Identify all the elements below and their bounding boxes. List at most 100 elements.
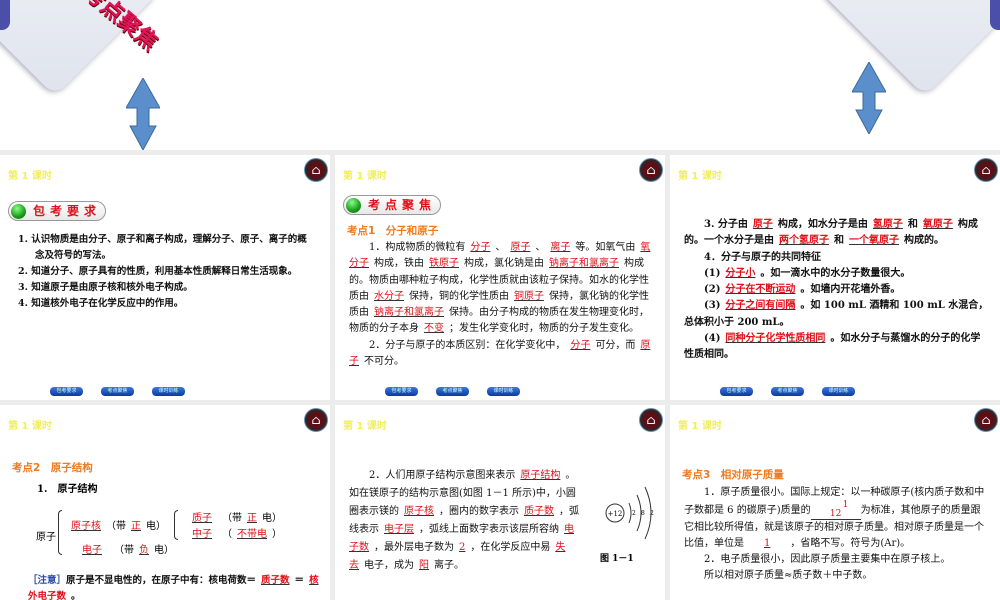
answer-blank: 一个氧原子 — [849, 235, 899, 247]
lesson-label: 第 1 课时 — [678, 421, 722, 432]
answer-blank: 不带电 — [237, 529, 267, 540]
text-segment: 构成，氯化钠是由 — [464, 258, 544, 270]
text-segment: 可分，而 — [595, 339, 636, 351]
nav-button[interactable]: 课时训练 — [487, 387, 520, 396]
text-segment: 2．分子与原子的本质区别：在化学变化中， — [369, 339, 566, 351]
content-text: 1．构成物质的微粒有 分子、原子、离子 等。如氧气由 氧分子 构成，铁由 铁原子 构成，氯化… — [349, 240, 655, 370]
section-heading: 考点1 分子和原子 — [347, 225, 439, 237]
nav-button[interactable]: 考点聚焦 — [436, 387, 469, 396]
subheading: 1. 原子结构 — [37, 484, 98, 495]
title-banner: 考点聚焦 — [0, 0, 1000, 150]
text-segment: ，圈内的数字表示 — [439, 506, 519, 517]
list-item: 3. 知道原子是由原子核和核外电子构成。 — [18, 282, 193, 293]
answer-blank: 中子 — [192, 529, 212, 540]
text-segment: ＝ — [294, 575, 305, 586]
answer-blank: 水分子 — [374, 290, 404, 302]
slide-6[interactable]: 第 1 课时 ⌂ 考点3 相对原子质量 1．原子质量很小。国际上规定：以一种碳原… — [670, 405, 1000, 600]
lesson-label: 第 1 课时 — [678, 171, 722, 182]
content-text: 1．原子质量很小。国际上规定：以一种碳原子(核内质子数和中子数都是 6 的碳原子… — [684, 487, 985, 581]
shell-count: 2 — [632, 510, 636, 517]
text-segment: 3. 分子由 — [704, 219, 748, 230]
text-segment: 。如墙内开花墙外香。 — [800, 284, 901, 296]
text-segment: 保持，铜的化学性质由 — [409, 290, 509, 302]
answer-blank: 同种分子化学性质相同 — [725, 333, 826, 345]
answer-blank: 负 — [139, 545, 149, 556]
nav-button[interactable]: 包考要求 — [720, 387, 753, 396]
text-segment: 和 — [907, 219, 918, 230]
banner-decoration — [990, 0, 1000, 30]
figure-caption: 图 1－1 — [600, 554, 634, 564]
text-segment: (3) — [704, 300, 721, 312]
home-button[interactable]: ⌂ — [305, 159, 327, 181]
text-segment: (2) — [704, 284, 721, 296]
list-item: 1. 认识物质是由分子、原子和离子构成，理解分子、原子、离子的概念及符号的写法。 — [18, 234, 307, 261]
answer-blank: 正 — [131, 521, 141, 532]
home-button[interactable]: ⌂ — [975, 159, 997, 181]
nav-button[interactable]: 课时训练 — [822, 387, 855, 396]
list-item: 4. 知道核外电子在化学反应中的作用。 — [18, 298, 184, 309]
answer-blank: 电子 — [82, 545, 102, 556]
text-segment: ［注意］ — [28, 575, 67, 586]
answer-blank: 离子 — [550, 242, 571, 253]
text-segment: 2．人们用原子结构示意图来表示 — [369, 470, 516, 481]
fraction: 1 12 — [810, 501, 861, 520]
text-segment: ，最外层电子数为 — [374, 542, 454, 553]
text-segment: 、 — [535, 242, 546, 253]
text-segment: 电子，成为 — [364, 560, 414, 571]
answer-blank: 质子数 — [524, 506, 554, 517]
text-segment: 、 — [495, 242, 506, 253]
section-badge: 考点聚焦 — [343, 195, 441, 215]
nav-button[interactable]: 包考要求 — [385, 387, 418, 396]
text-segment: ；发生化学变化时，物质的分子发生变化。 — [449, 323, 639, 335]
nav-button[interactable]: 课时训练 — [152, 387, 185, 396]
content-text: 3. 分子由 原子 构成，如水分子是由 氢原子和氧原子 构成的。一个水分子是由 两个氢原子… — [684, 217, 990, 364]
text-segment: 4．分子与原子的共同特征 — [704, 251, 821, 263]
nucleus-label: +12 — [608, 510, 623, 518]
home-button[interactable]: ⌂ — [305, 409, 327, 431]
answer-blank: 电子层 — [384, 524, 414, 535]
shell-count: 8 — [641, 510, 645, 517]
answer-blank: 氧原子 — [922, 219, 953, 230]
answer-blank: 氢原子 — [872, 219, 903, 230]
answer-blank: 原子结构 — [520, 470, 561, 481]
nav-button[interactable]: 包考要求 — [50, 387, 83, 396]
section-heading: 考点2 原子结构 — [12, 462, 93, 474]
slide-3[interactable]: 第 1 课时 ⌂ 3. 分子由 原子 构成，如水分子是由 氢原子和氧原子 构成的。一个水… — [670, 155, 1000, 400]
up-down-arrow-icon — [126, 78, 160, 150]
lesson-label: 第 1 课时 — [343, 171, 387, 182]
text-segment: 1．构成物质的微粒有 — [369, 242, 466, 253]
text-segment: 不可分。 — [364, 356, 404, 368]
answer-blank: 正 — [247, 513, 257, 524]
section-heading: 考点3 相对原子质量 — [682, 469, 784, 481]
atom-label: 原子 — [36, 532, 56, 543]
answer-blank: 铜原子 — [514, 290, 544, 302]
slide-1[interactable]: 第 1 课时 ⌂ 包考要求 1. 认识物质是由分子、原子和离子构成，理解分子、原… — [0, 155, 330, 400]
answer-blank: 质子数 — [261, 575, 290, 586]
slide-4[interactable]: 第 1 课时 ⌂ 考点2 原子结构 1. 原子结构 原子 原子核 （带正电） 质子… — [0, 405, 330, 600]
nav-button[interactable]: 考点聚焦 — [101, 387, 134, 396]
answer-blank: 两个氢原子 — [779, 235, 829, 247]
slide-2[interactable]: 第 1 课时 ⌂ 考点聚焦 考点1 分子和原子 1．构成物质的微粒有 分子、原子、… — [335, 155, 665, 400]
text-segment: 。 — [71, 591, 81, 600]
lesson-label: 第 1 课时 — [8, 421, 52, 432]
text-segment: 原子是不显电性的，在原子中有：核电荷数＝ — [66, 575, 257, 586]
banner-decoration — [818, 0, 1000, 97]
text-segment: 构成，如水分子是由 — [777, 219, 868, 230]
home-button[interactable]: ⌂ — [640, 409, 662, 431]
answer-blank: 分子之间有间隔 — [725, 300, 796, 312]
lesson-label: 第 1 课时 — [343, 421, 387, 432]
home-button[interactable]: ⌂ — [975, 409, 997, 431]
answer-blank: 原子核 — [71, 521, 101, 532]
answer-blank: 钠离子和氯离子 — [549, 258, 619, 270]
banner-decoration — [0, 0, 10, 30]
text-segment: ，在化学反应中易 — [470, 542, 551, 553]
answer-blank: 质子 — [192, 513, 212, 524]
nav-button[interactable]: 考点聚焦 — [771, 387, 804, 396]
answer-blank: 原子 — [752, 219, 773, 230]
answer-blank: 分子 — [570, 339, 591, 351]
slide-5[interactable]: 第 1 课时 ⌂ 2．人们用原子结构示意图来表示 原子结构 。如在镁原子的结构示意图… — [335, 405, 665, 600]
home-button[interactable]: ⌂ — [640, 159, 662, 181]
text-segment: (4) — [704, 333, 721, 345]
answer-blank: 分子 — [470, 242, 491, 253]
text-segment: 离子。 — [434, 560, 464, 571]
